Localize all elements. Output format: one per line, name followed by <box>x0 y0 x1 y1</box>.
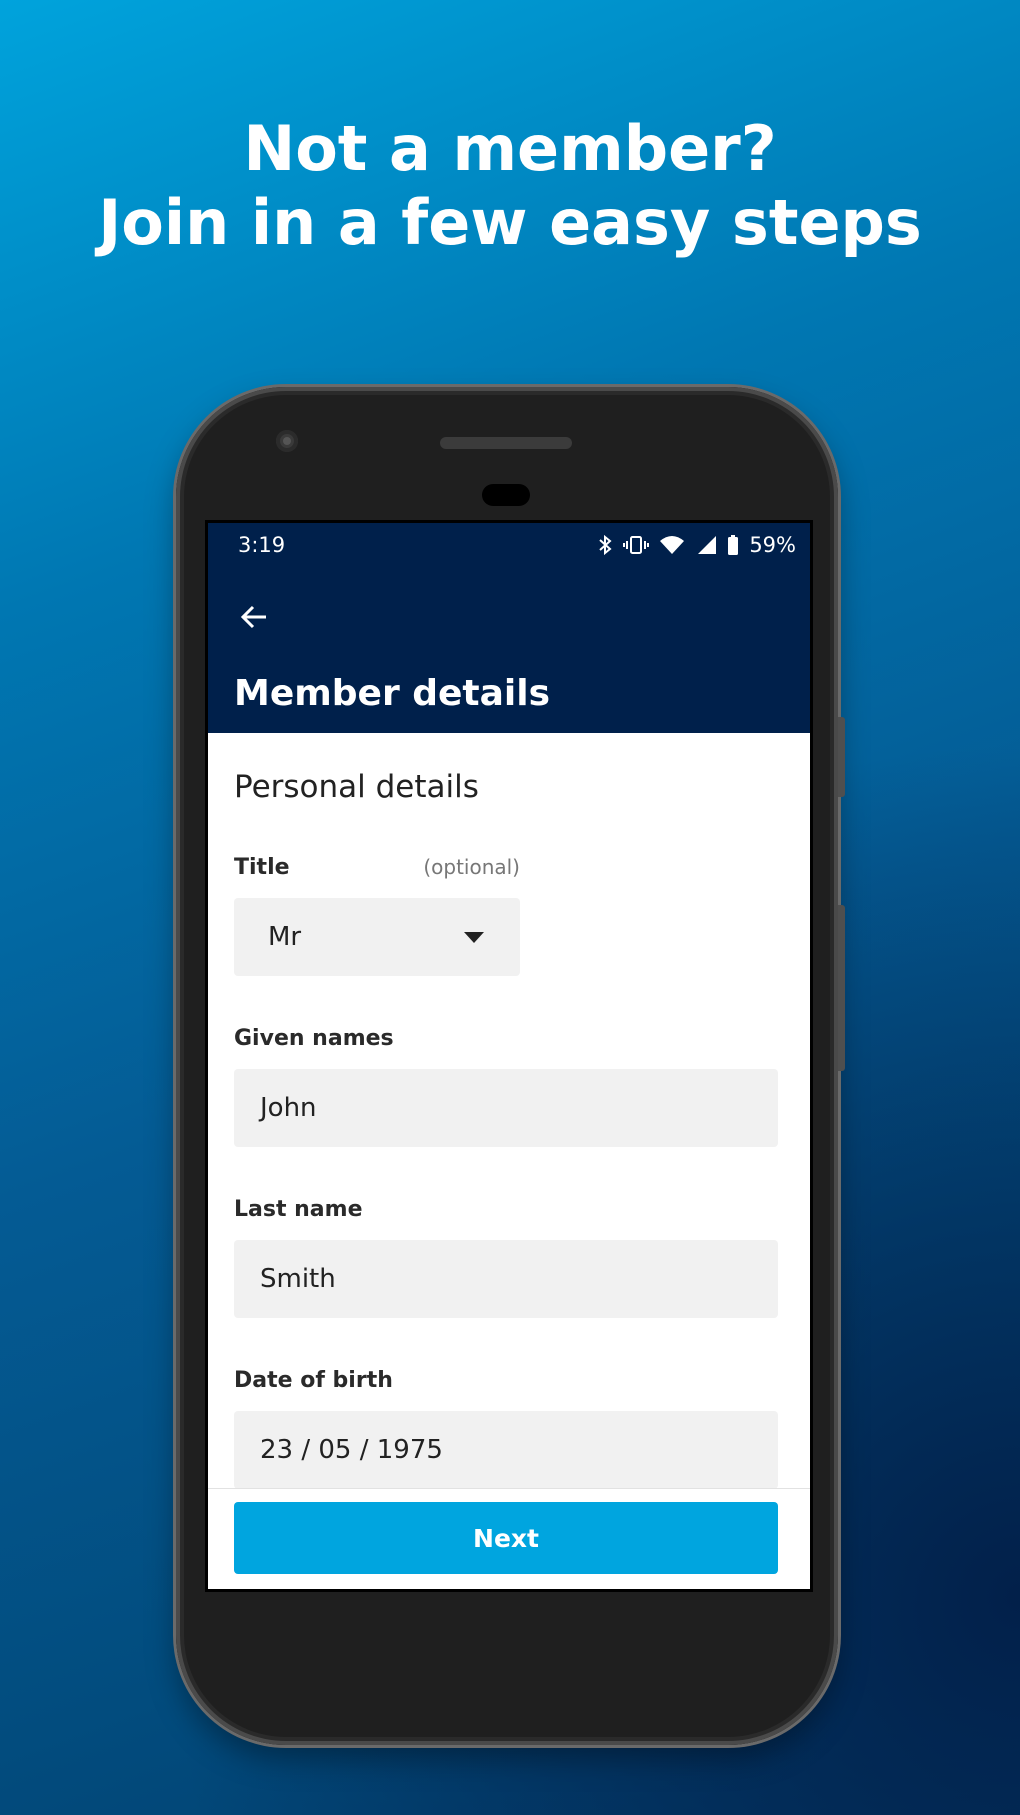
section-title: Personal details <box>234 769 479 805</box>
power-button <box>838 905 845 1071</box>
promo-headline-line2: Join in a few easy steps <box>98 186 922 259</box>
back-button[interactable] <box>234 597 274 637</box>
date-of-birth-label: Date of birth <box>234 1368 393 1393</box>
proximity-sensor <box>482 484 530 506</box>
bottom-action-bar: Next <box>208 1488 810 1589</box>
title-label-row: Title (optional) <box>234 855 520 880</box>
battery-percent: 59% <box>749 533 796 557</box>
title-select[interactable]: Mr <box>234 898 520 976</box>
phone-screen: 3:19 59% Member details Personal details… <box>205 520 813 1592</box>
app-bar: Member details <box>208 567 810 733</box>
battery-icon <box>728 535 739 555</box>
promo-headline: Not a member? Join in a few easy steps <box>0 112 1020 260</box>
title-field-label: Title <box>234 855 290 880</box>
vibrate-icon <box>623 536 650 554</box>
arrow-left-icon <box>240 605 266 629</box>
earpiece-speaker <box>440 437 572 449</box>
given-names-label: Given names <box>234 1026 394 1051</box>
bluetooth-icon <box>599 534 612 556</box>
title-select-value: Mr <box>268 922 302 952</box>
page-title: Member details <box>234 673 551 714</box>
given-names-input[interactable]: John <box>234 1069 778 1147</box>
front-camera-icon <box>276 430 298 452</box>
optional-hint: (optional) <box>423 855 520 879</box>
cell-signal-icon <box>698 536 717 554</box>
status-icons: 59% <box>597 533 796 557</box>
last-name-input[interactable]: Smith <box>234 1240 778 1318</box>
date-of-birth-input[interactable]: 23 / 05 / 1975 <box>234 1411 778 1489</box>
member-details-form: Personal details Title (optional) Mr Giv… <box>208 733 810 1489</box>
wifi-icon <box>660 536 685 554</box>
last-name-label: Last name <box>234 1197 363 1222</box>
status-time: 3:19 <box>238 533 286 557</box>
status-bar: 3:19 59% <box>208 523 810 567</box>
next-button[interactable]: Next <box>234 1502 778 1574</box>
promo-headline-line1: Not a member? <box>243 112 777 185</box>
chevron-down-icon <box>464 931 484 943</box>
volume-button <box>838 717 845 797</box>
